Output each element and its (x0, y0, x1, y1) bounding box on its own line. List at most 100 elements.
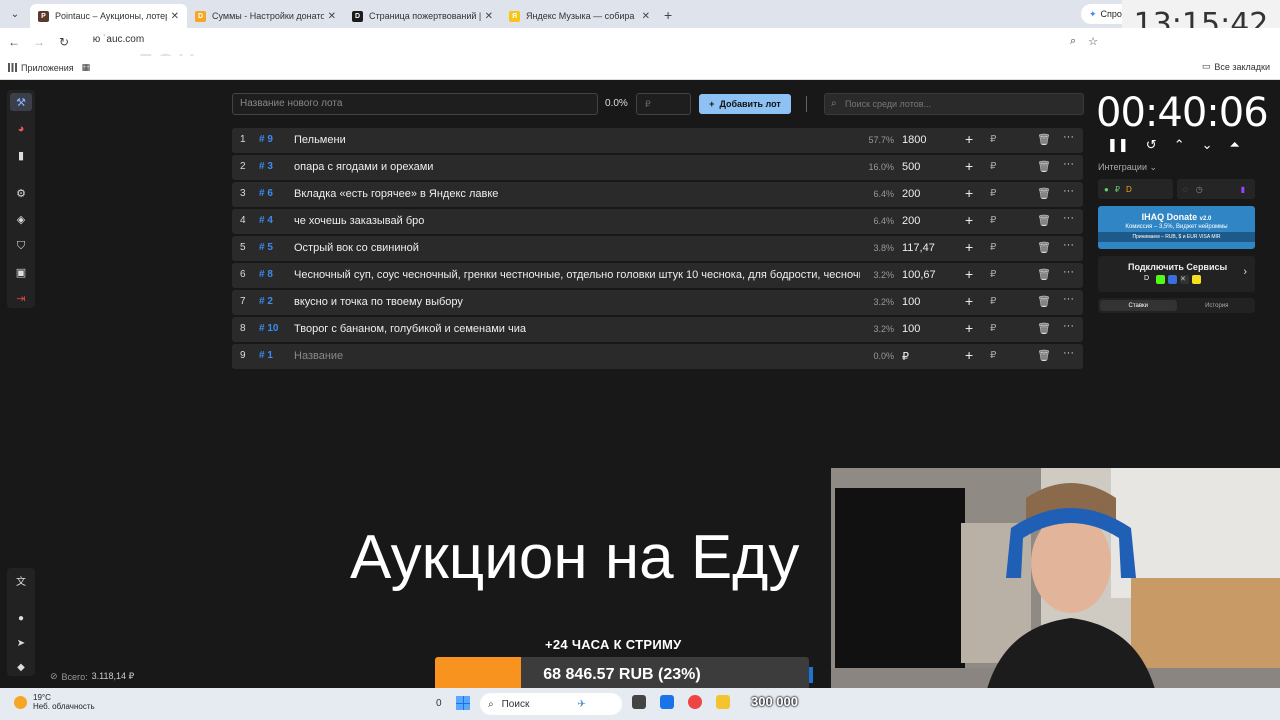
task-view-icon[interactable] (632, 695, 646, 709)
lot-name[interactable]: опара с ягодами и орехами (294, 161, 860, 173)
currency-input[interactable]: ₽ (990, 296, 996, 307)
new-tab-button[interactable]: + (664, 7, 672, 23)
add-amount-icon[interactable]: + (965, 293, 973, 309)
new-lot-input[interactable]: Название нового лота (232, 93, 598, 115)
weather-widget[interactable]: 19°C Неб. облачность (14, 693, 95, 711)
reset-icon[interactable]: ↺ (1146, 137, 1157, 153)
lot-amount[interactable]: 200 (902, 188, 920, 200)
trash-icon[interactable]: 🗑 (1037, 214, 1051, 227)
wheel-nav-icon[interactable]: ◕ (10, 119, 32, 137)
lot-id[interactable]: # 3 (259, 161, 273, 172)
lot-id[interactable]: # 4 (259, 215, 273, 226)
translate-icon[interactable]: 文 (10, 572, 32, 589)
trash-icon[interactable]: 🗑 (1037, 160, 1051, 173)
currency-input[interactable]: ₽ (990, 242, 996, 253)
apps-bookmark[interactable]: Приложения (8, 63, 74, 73)
lot-amount[interactable]: 200 (902, 215, 920, 227)
more-icon[interactable]: ··· (1063, 185, 1074, 197)
lot-amount[interactable]: 500 (902, 161, 920, 173)
lot-id[interactable]: # 9 (259, 134, 273, 145)
browser-tab[interactable]: D Страница пожертвований | D ✕ (344, 4, 501, 28)
github-icon[interactable]: ● (10, 610, 32, 627)
add-amount-icon[interactable]: + (965, 266, 973, 282)
lot-amount[interactable]: 100 (902, 323, 920, 335)
close-icon[interactable]: ✕ (485, 11, 493, 22)
ihaq-donate-banner[interactable]: IHAQ Donate v2.0 Комиссия – 3,5%, Виджет… (1098, 206, 1255, 249)
browser-tab[interactable]: D Суммы - Настройки донатов ✕ (187, 4, 344, 28)
windows-start-icon[interactable] (456, 696, 470, 710)
lot-amount[interactable]: ₽ (902, 350, 909, 363)
lot-name[interactable]: вкусно и точка по твоему выбору (294, 296, 860, 308)
all-bookmarks[interactable]: ▭ Все закладки (1202, 61, 1270, 72)
logout-nav-icon[interactable]: ⇥ (10, 290, 32, 308)
shield-nav-icon[interactable]: ⛉ (10, 237, 32, 255)
add-amount-icon[interactable]: + (965, 239, 973, 255)
lot-id[interactable]: # 2 (259, 296, 273, 307)
close-icon[interactable]: ✕ (328, 11, 336, 22)
integration-status-off[interactable]: ◌ ◷ ▮ (1177, 179, 1255, 199)
close-icon[interactable]: ✕ (642, 11, 650, 22)
chevron-down-icon[interactable]: ⌄ (1202, 137, 1213, 153)
lot-name[interactable]: Острый вок со свининой (294, 242, 860, 254)
currency-input[interactable]: ₽ (990, 269, 996, 280)
currency-input[interactable]: ₽ (990, 161, 996, 172)
lot-id[interactable]: # 1 (259, 350, 273, 361)
lot-amount[interactable]: 100,67 (902, 269, 936, 281)
lot-name[interactable]: Чесночный суп, соус чесночный, гренки че… (294, 269, 860, 281)
lot-id[interactable]: # 10 (259, 323, 278, 334)
forward-button[interactable]: → (28, 35, 50, 49)
add-amount-icon[interactable]: + (965, 320, 973, 336)
browser-tab[interactable]: Я Яндекс Музыка — собира ✕ (501, 4, 658, 28)
tab-bids[interactable]: Ставки (1100, 300, 1177, 311)
currency-input[interactable]: ₽ (990, 350, 996, 361)
pause-icon[interactable]: ❚❚ (1107, 137, 1129, 153)
double-chevron-up-icon[interactable]: ⏶ (1230, 137, 1240, 153)
lot-name[interactable]: Вкладка «есть горячее» в Яндекс лавке (294, 188, 860, 200)
browser-tab[interactable]: P Pointauc – Аукционы, лотерея ✕ (30, 4, 187, 28)
tab-search-menu[interactable]: ⌄ (4, 3, 26, 25)
currency-input[interactable]: ₽ (990, 134, 996, 145)
more-icon[interactable]: ··· (1063, 266, 1074, 278)
lot-amount[interactable]: 1800 (902, 134, 926, 146)
integrations-toggle[interactable]: Интеграции ⌄ (1098, 162, 1157, 173)
currency-input[interactable]: ₽ (990, 323, 996, 334)
settings-nav-icon[interactable]: ⚙ (10, 184, 32, 202)
add-amount-icon[interactable]: + (965, 347, 973, 363)
chevron-up-icon[interactable]: ⌃ (1174, 137, 1185, 153)
telegram-icon[interactable]: ➤ (10, 635, 32, 652)
close-icon[interactable]: ✕ (171, 11, 179, 22)
chrome-icon[interactable] (688, 695, 702, 709)
lot-id[interactable]: # 5 (259, 242, 273, 253)
explorer-icon[interactable] (716, 695, 730, 709)
currency-input[interactable]: ₽ (990, 215, 996, 226)
lot-name[interactable]: че хочешь заказывай бро (294, 215, 860, 227)
grid-bookmark[interactable]: ▦ (82, 62, 91, 73)
eye-off-icon[interactable]: ⊘ (50, 671, 58, 682)
add-amount-icon[interactable]: + (965, 212, 973, 228)
media-nav-icon[interactable]: ▣ (10, 263, 32, 281)
add-amount-icon[interactable]: + (965, 158, 973, 174)
add-amount-icon[interactable]: + (965, 185, 973, 201)
integration-status-on[interactable]: ● ₽ D (1098, 179, 1173, 199)
tab-history[interactable]: История (1179, 298, 1256, 313)
more-icon[interactable]: ··· (1063, 158, 1074, 170)
trash-icon[interactable]: 🗑 (1037, 322, 1051, 335)
lot-id[interactable]: # 8 (259, 269, 273, 280)
back-button[interactable]: ← (3, 35, 25, 49)
trash-icon[interactable]: 🗑 (1037, 268, 1051, 281)
new-lot-amount-input[interactable]: ₽ (636, 93, 691, 115)
add-lot-button[interactable]: + Добавить лот (699, 94, 791, 114)
trash-icon[interactable]: 🗑 (1037, 187, 1051, 200)
lot-search-input[interactable]: ⌕ Поиск среди лотов... (824, 93, 1084, 115)
lot-name[interactable]: Творог с бананом, голубикой и семенами ч… (294, 323, 860, 335)
trash-icon[interactable]: 🗑 (1037, 241, 1051, 254)
more-icon[interactable]: ··· (1063, 293, 1074, 305)
add-amount-icon[interactable]: + (965, 131, 973, 147)
more-icon[interactable]: ··· (1063, 131, 1074, 143)
more-icon[interactable]: ··· (1063, 239, 1074, 251)
zoom-icon[interactable]: ⌕ (1070, 35, 1076, 48)
lot-id[interactable]: # 6 (259, 188, 273, 199)
reload-button[interactable]: ↻ (53, 35, 75, 49)
more-icon[interactable]: ··· (1063, 212, 1074, 224)
more-icon[interactable]: ··· (1063, 320, 1074, 332)
